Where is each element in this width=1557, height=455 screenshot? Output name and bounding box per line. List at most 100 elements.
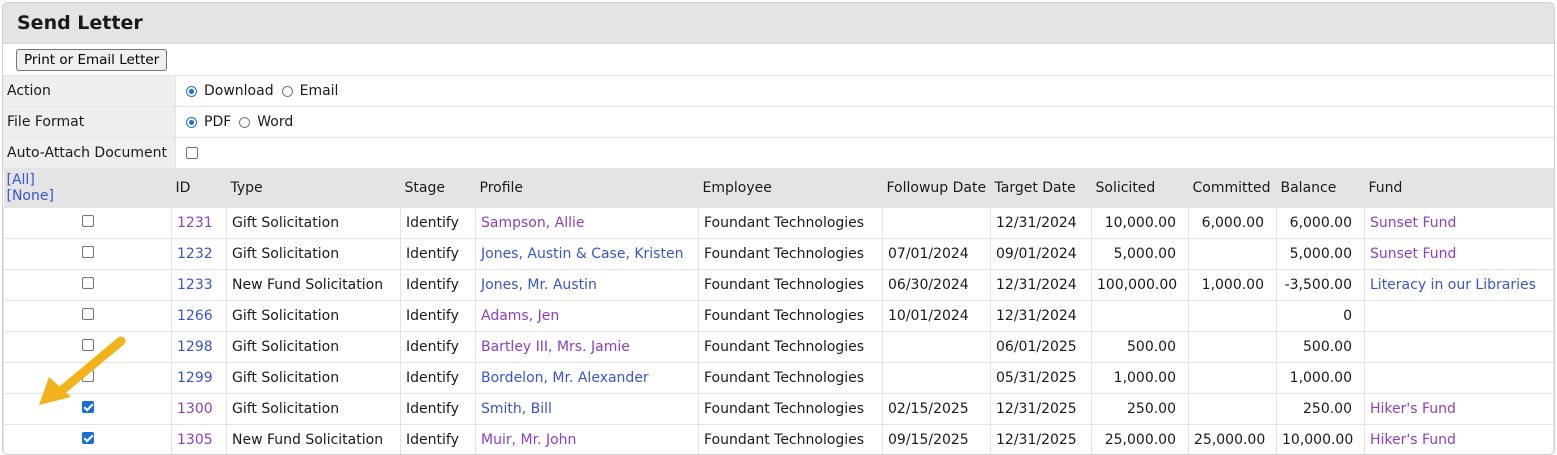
fund-link[interactable]: Sunset Fund (1370, 246, 1456, 262)
cell-committed (1188, 361, 1277, 394)
select-none-link[interactable]: [None] (7, 188, 54, 204)
cell-committed (1188, 330, 1277, 363)
cell-balance: 1,000.00 (1276, 361, 1365, 394)
cell-balance: 5,000.00 (1276, 237, 1365, 270)
cell-committed: 1,000.00 (1188, 268, 1277, 301)
cell-profile: Jones, Austin & Case, Kristen (475, 237, 699, 270)
cell-committed (1188, 299, 1277, 332)
email-radio-label[interactable]: Email (300, 83, 339, 99)
pdf-radio[interactable] (186, 116, 197, 128)
cell-stage: Identify (400, 268, 476, 301)
auto-attach-checkbox[interactable] (186, 147, 198, 159)
cell-followup-date: 06/30/2024 (882, 268, 991, 301)
cell-profile: Smith, Bill (475, 392, 699, 425)
column-header-solicited: Solicited (1095, 179, 1156, 196)
table-body: 1231 Gift Solicitation Identify Sampson, Al… (3, 206, 1554, 454)
id-link[interactable]: 1298 (177, 339, 213, 355)
cell-stage: Identify (400, 299, 476, 332)
select-all-link[interactable]: [All] (7, 172, 35, 188)
id-link[interactable]: 1232 (177, 246, 213, 262)
page-title: Send Letter (17, 12, 143, 34)
row-select-cell (3, 299, 172, 332)
cell-profile: Adams, Jen (475, 299, 699, 332)
table-row: 1298 Gift Solicitation Identify Bartley III… (3, 330, 1554, 363)
cell-solicited (1091, 299, 1189, 332)
download-radio-label[interactable]: Download (204, 83, 274, 99)
cell-solicited: 1,000.00 (1091, 361, 1189, 394)
profile-link[interactable]: Bartley III, Mrs. Jamie (481, 339, 630, 355)
row-select-cell (3, 423, 172, 454)
pdf-radio-label[interactable]: PDF (204, 114, 231, 130)
column-header-followup-date: Followup Date (886, 179, 987, 196)
cell-profile: Muir, Mr. John (475, 423, 699, 454)
profile-link[interactable]: Sampson, Allie (481, 215, 584, 231)
column-header-type: Type (230, 179, 263, 196)
row-select-cell (3, 330, 172, 363)
profile-link[interactable]: Muir, Mr. John (481, 432, 576, 448)
id-link[interactable]: 1266 (177, 308, 213, 324)
cell-id: 1299 (171, 361, 227, 394)
fund-link[interactable]: Sunset Fund (1370, 215, 1456, 231)
cell-committed: 25,000.00 (1188, 423, 1277, 454)
column-header-employee: Employee (702, 179, 772, 196)
column-header-id: ID (175, 179, 191, 196)
profile-link[interactable]: Jones, Austin & Case, Kristen (481, 246, 683, 262)
row-select-cell (3, 206, 172, 239)
column-header-profile: Profile (479, 179, 524, 196)
cell-fund (1364, 361, 1554, 394)
send-letter-panel: Send Letter Print or Email Letter Action… (2, 2, 1555, 455)
download-radio[interactable] (186, 85, 197, 97)
profile-link[interactable]: Jones, Mr. Austin (481, 277, 597, 293)
profile-link[interactable]: Smith, Bill (481, 401, 552, 417)
cell-type: Gift Solicitation (226, 206, 401, 239)
cell-fund (1364, 299, 1554, 332)
id-link[interactable]: 1305 (177, 432, 213, 448)
cell-committed (1188, 392, 1277, 425)
print-or-email-letter-button[interactable]: Print or Email Letter (16, 48, 168, 71)
table-row: 1300 Gift Solicitation Identify Smith, Bill… (3, 392, 1554, 425)
row-select-checkbox[interactable] (81, 338, 94, 351)
cell-target-date: 12/31/2024 (990, 299, 1092, 332)
word-radio[interactable] (239, 116, 251, 128)
auto-attach-row: Auto-Attach Document (3, 138, 1554, 169)
action-options: Download Email (176, 76, 1554, 106)
row-select-cell (3, 237, 172, 270)
cell-followup-date: 10/01/2024 (882, 299, 991, 332)
row-select-checkbox[interactable] (81, 276, 94, 289)
cell-solicited: 250.00 (1091, 392, 1189, 425)
profile-link[interactable]: Adams, Jen (481, 308, 559, 324)
cell-employee: Foundant Technologies (698, 299, 883, 332)
cell-id: 1231 (171, 206, 227, 239)
cell-profile: Jones, Mr. Austin (475, 268, 699, 301)
row-select-checkbox[interactable] (81, 307, 94, 320)
row-select-checkbox[interactable] (81, 431, 94, 444)
profile-link[interactable]: Bordelon, Mr. Alexander (481, 370, 649, 386)
button-row: Print or Email Letter (3, 44, 1554, 76)
fund-link[interactable]: Hiker's Fund (1370, 401, 1456, 417)
cell-type: Gift Solicitation (226, 330, 401, 363)
cell-id: 1305 (171, 423, 227, 454)
fund-link[interactable]: Literacy in our Libraries (1370, 277, 1536, 293)
id-link[interactable]: 1300 (177, 401, 213, 417)
column-header-target-date: Target Date (994, 179, 1076, 196)
cell-balance: 500.00 (1276, 330, 1365, 363)
fund-link[interactable]: Hiker's Fund (1370, 432, 1456, 448)
cell-fund: Sunset Fund (1364, 237, 1554, 270)
row-select-checkbox[interactable] (81, 400, 94, 413)
cell-stage: Identify (400, 330, 476, 363)
word-radio-label[interactable]: Word (257, 114, 293, 130)
auto-attach-label: Auto-Attach Document (3, 138, 176, 168)
cell-profile: Bartley III, Mrs. Jamie (475, 330, 699, 363)
id-link[interactable]: 1231 (177, 215, 213, 231)
id-link[interactable]: 1299 (177, 370, 213, 386)
action-label: Action (3, 76, 176, 106)
row-select-checkbox[interactable] (81, 245, 94, 258)
cell-target-date: 05/31/2025 (990, 361, 1092, 394)
email-radio[interactable] (281, 85, 293, 97)
row-select-checkbox[interactable] (81, 369, 94, 382)
id-link[interactable]: 1233 (177, 277, 213, 293)
cell-solicited: 5,000.00 (1091, 237, 1189, 270)
cell-target-date: 09/01/2024 (990, 237, 1092, 270)
cell-committed (1188, 237, 1277, 270)
row-select-checkbox[interactable] (81, 214, 94, 227)
